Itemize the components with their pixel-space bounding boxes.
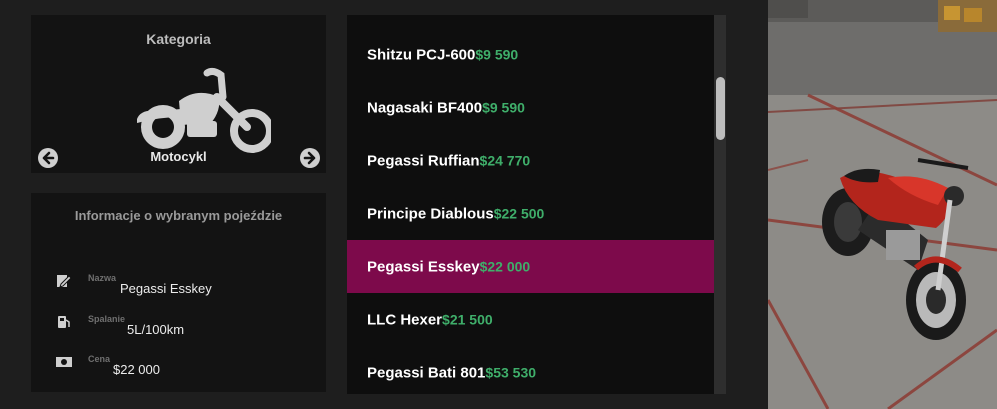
vehicle-price: $9 590 (482, 99, 525, 115)
vehicle-name: Principe Diablous (367, 205, 494, 222)
vehicle-list-item[interactable]: Pegassi Ruffian$24 770 (347, 134, 714, 187)
vehicle-name: LLC Hexer (367, 311, 443, 328)
scrollbar-thumb[interactable] (716, 77, 725, 140)
vehicle-price: $24 770 (479, 152, 531, 168)
vehicle-list-scrollbar[interactable] (714, 15, 726, 394)
vehicle-price: $22 500 (493, 205, 545, 221)
vehicle-price: $21 500 (442, 311, 493, 327)
money-bill-icon (56, 357, 72, 367)
vehicle-name: Pegassi Ruffian (367, 152, 480, 169)
vehicle-name: Nagasaki BF400 (367, 99, 483, 116)
info-value-name: Pegassi Esskey (120, 281, 212, 296)
category-title: Kategoria (146, 31, 211, 47)
vehicle-list-item[interactable]: LLC Hexer$21 500 (347, 293, 714, 346)
info-label-name: Nazwa (88, 273, 117, 283)
vehicle-name: Shitzu PCJ-600 (367, 46, 476, 63)
info-value-price: $22 000 (113, 362, 160, 377)
vehicle-name: Pegassi Bati 801 (367, 364, 486, 381)
arrow-left-circle-icon[interactable] (38, 148, 58, 168)
vehicle-name: Pegassi Esskey (367, 258, 480, 275)
vehicle-price: $22 000 (479, 258, 531, 274)
vehicle-list: Shitzu PCJ-600$9 590 Nagasaki BF400$9 59… (347, 15, 714, 394)
arrow-right-circle-icon[interactable] (300, 148, 320, 168)
pencil-note-icon (57, 275, 72, 288)
motorcycle-icon (137, 67, 271, 153)
info-panel-title: Informacje o wybranym pojeździe (74, 208, 283, 223)
vehicle-preview (768, 0, 997, 409)
fuel-pump-icon (58, 316, 70, 328)
category-label: Motocykl (150, 149, 207, 164)
info-value-consumption: 5L/100km (127, 322, 185, 337)
vehicle-list-item[interactable]: Pegassi Bati 801$53 530 (347, 346, 714, 394)
category-panel: Kategoria Motocykl (31, 15, 326, 173)
vehicle-list-item[interactable]: Nagasaki BF400$9 590 (347, 81, 714, 134)
info-label-consumption: Spalanie (88, 314, 126, 324)
vehicle-price: $9 590 (475, 46, 519, 62)
vehicle-list-item[interactable]: Principe Diablous$22 500 (347, 187, 714, 240)
info-label-price: Cena (88, 354, 111, 364)
garage-scene (768, 0, 997, 409)
vehicle-info-panel: Informacje o wybranym pojeździe Nazwa Pe… (31, 193, 326, 392)
vehicle-price: $53 530 (485, 364, 537, 380)
vehicle-list-item[interactable]: Shitzu PCJ-600$9 590 (347, 28, 714, 81)
vehicle-list-item-selected[interactable]: Pegassi Esskey$22 000 (347, 240, 714, 293)
